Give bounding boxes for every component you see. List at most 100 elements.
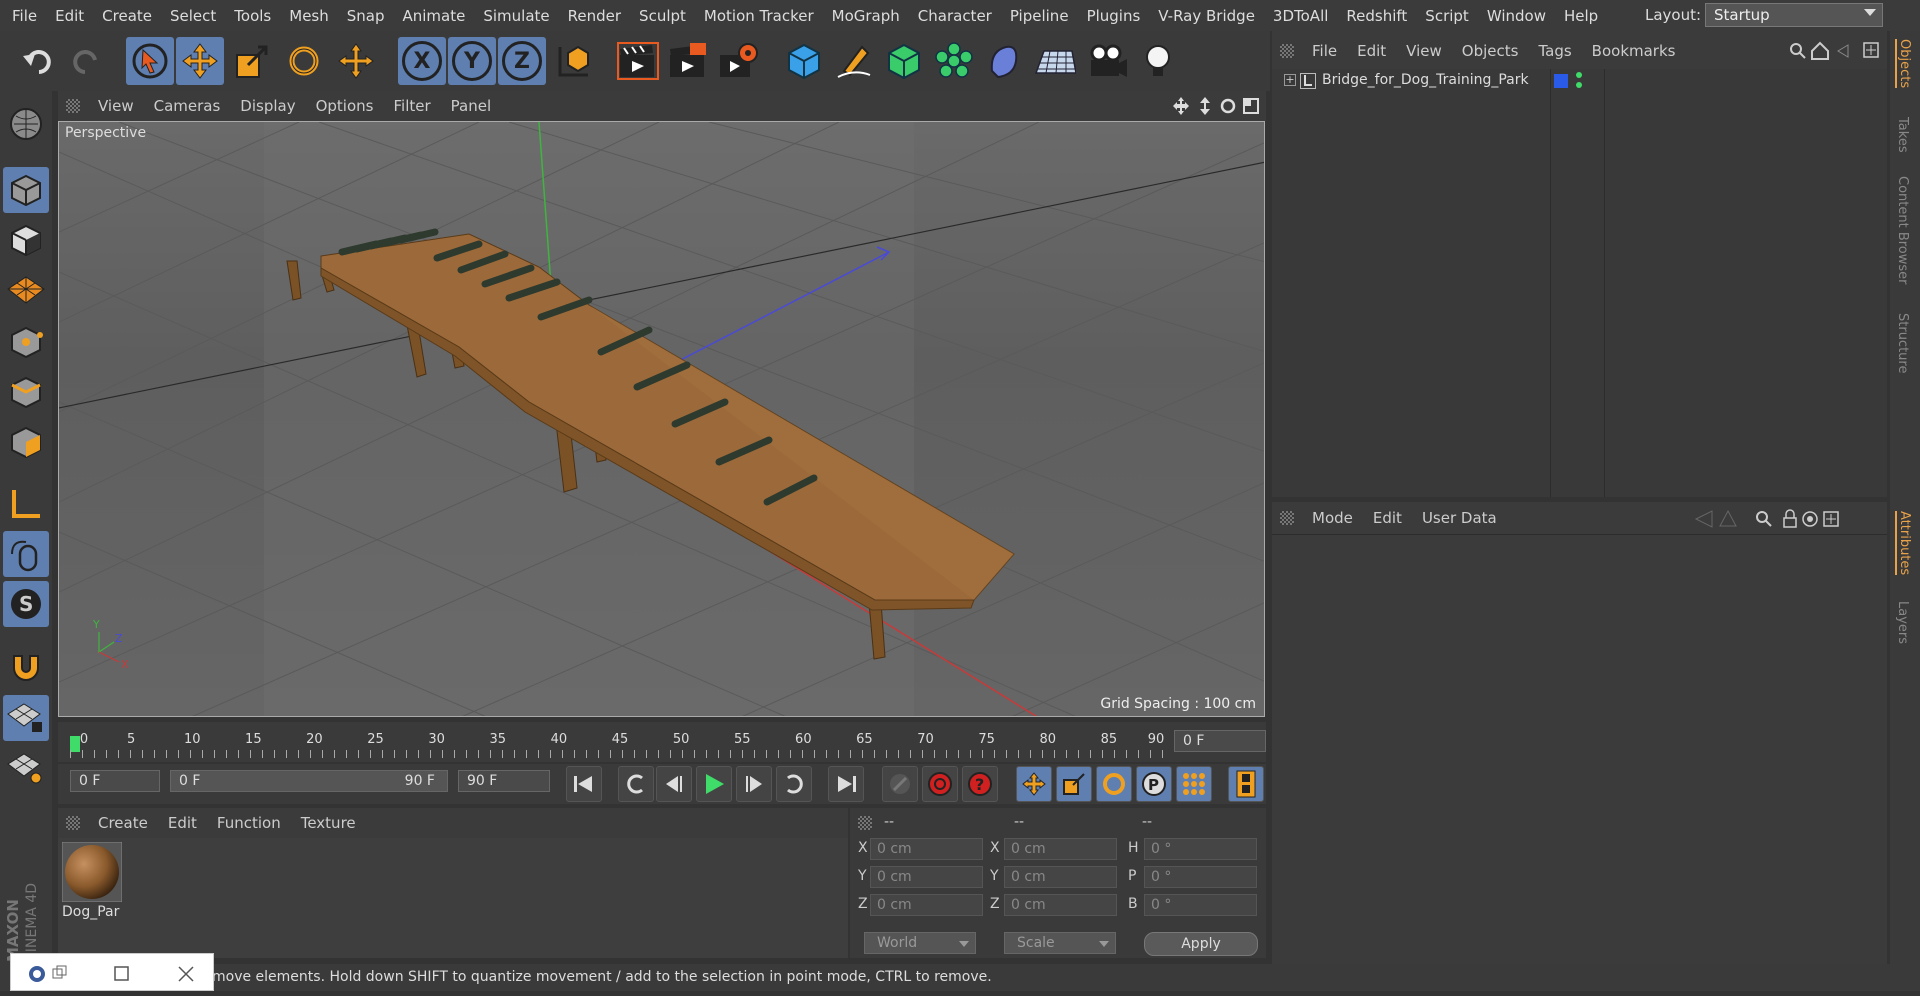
search-icon[interactable] — [1756, 511, 1772, 527]
menu-v-ray-bridge[interactable]: V-Ray Bridge — [1149, 7, 1264, 25]
apply-button[interactable]: Apply — [1144, 932, 1258, 956]
viewport-menu-view[interactable]: View — [88, 97, 144, 115]
coord-rotation-field[interactable]: 0 ° — [1144, 866, 1257, 888]
layer-color-swatch[interactable] — [1554, 74, 1568, 88]
end-frame-field[interactable]: 90 F — [458, 770, 550, 792]
perspective-viewport[interactable]: Y ZX Perspective Grid Spacing : 100 cm — [58, 121, 1265, 717]
object-menu-objects[interactable]: Objects — [1452, 42, 1529, 60]
autokeying-button[interactable] — [922, 766, 958, 802]
pen-spline-button[interactable] — [830, 37, 878, 85]
object-menu-bookmarks[interactable]: Bookmarks — [1582, 42, 1686, 60]
home-icon[interactable] — [1811, 41, 1829, 60]
tab-content-browser[interactable]: Content Browser — [1895, 176, 1910, 285]
coord-position-field[interactable]: 0 cm — [870, 894, 983, 916]
maximize-icon[interactable] — [114, 966, 129, 981]
live-selection-button[interactable] — [126, 37, 174, 85]
transform-tool-button[interactable] — [332, 37, 380, 85]
editor-visibility-dot[interactable] — [1576, 72, 1582, 78]
search-icon[interactable] — [1790, 43, 1806, 59]
camera-object-button[interactable] — [1084, 37, 1132, 85]
solo-button[interactable]: S — [3, 581, 49, 627]
floor-object-button[interactable] — [1030, 37, 1078, 85]
close-icon[interactable] — [178, 966, 194, 982]
render-visibility-dot[interactable] — [1576, 82, 1582, 88]
edges-mode-button[interactable] — [3, 369, 49, 415]
previous-key-button[interactable] — [618, 766, 654, 802]
menu-mograph[interactable]: MoGraph — [823, 7, 909, 25]
keyframe-selection-button[interactable]: ? — [962, 766, 998, 802]
viewport-menu-filter[interactable]: Filter — [383, 97, 440, 115]
up-arrow-icon[interactable] — [1719, 509, 1737, 527]
menu-pipeline[interactable]: Pipeline — [1001, 7, 1078, 25]
menu-window[interactable]: Window — [1478, 7, 1555, 25]
workplane-grid-button[interactable] — [3, 745, 49, 791]
render-view-button[interactable] — [614, 37, 662, 85]
viewport-menu-display[interactable]: Display — [230, 97, 305, 115]
next-frame-button[interactable] — [736, 766, 772, 802]
model-mode-button[interactable] — [3, 167, 49, 213]
x-axis-button[interactable]: X — [398, 37, 446, 85]
rotate-view-icon[interactable] — [1220, 98, 1236, 114]
menu-file[interactable]: File — [0, 7, 46, 25]
timeline-window-button[interactable] — [1228, 766, 1264, 802]
coord-size-field[interactable]: 0 cm — [1004, 838, 1117, 860]
material-menu-texture[interactable]: Texture — [291, 814, 366, 832]
menu-motion-tracker[interactable]: Motion Tracker — [695, 7, 823, 25]
timeline[interactable]: 0 5 10 15 20 25 30 35 40 45 50 55 60 65 70 75 80 85 90 0 F — [58, 722, 1266, 762]
target-icon[interactable] — [1802, 511, 1818, 527]
menu-edit[interactable]: Edit — [46, 7, 93, 25]
new-panel-icon[interactable] — [1863, 42, 1879, 58]
tab-structure[interactable]: Structure — [1895, 313, 1910, 373]
cube-object-button[interactable] — [780, 37, 828, 85]
deformer-button[interactable] — [980, 37, 1028, 85]
coord-rotation-field[interactable]: 0 ° — [1144, 894, 1257, 916]
menu-help[interactable]: Help — [1555, 7, 1607, 25]
object-menu-view[interactable]: View — [1396, 42, 1452, 60]
object-name[interactable]: Bridge_for_Dog_Training_Park — [1322, 72, 1529, 88]
menu-animate[interactable]: Animate — [394, 7, 475, 25]
enable-axis-button[interactable] — [3, 481, 49, 527]
rotation-key-button[interactable] — [1096, 766, 1132, 802]
object-menu-file[interactable]: File — [1302, 42, 1347, 60]
current-frame-field[interactable]: 0 F — [1174, 730, 1266, 752]
lock-icon[interactable] — [1783, 509, 1797, 528]
workplane-lock-button[interactable] — [3, 695, 49, 741]
attribute-menu-mode[interactable]: Mode — [1302, 509, 1363, 527]
coordinate-space-select[interactable]: World — [864, 932, 976, 954]
move-view-icon[interactable] — [1173, 97, 1189, 115]
material-menu-create[interactable]: Create — [88, 814, 158, 832]
undo-button[interactable] — [14, 37, 62, 85]
menu-3dtoall[interactable]: 3DToAll — [1264, 7, 1337, 25]
preview-range-slider[interactable]: 0 F 90 F — [170, 770, 448, 792]
y-axis-button[interactable]: Y — [448, 37, 496, 85]
menu-render[interactable]: Render — [559, 7, 630, 25]
position-key-button[interactable] — [1016, 766, 1052, 802]
back-icon[interactable] — [1837, 44, 1849, 58]
texture-mode-button[interactable] — [3, 217, 49, 263]
tab-attributes[interactable]: Attributes — [1895, 511, 1912, 576]
menu-redshift[interactable]: Redshift — [1337, 7, 1416, 25]
menu-character[interactable]: Character — [909, 7, 1001, 25]
menu-mesh[interactable]: Mesh — [280, 7, 338, 25]
menu-tools[interactable]: Tools — [225, 7, 280, 25]
play-button[interactable] — [696, 766, 732, 802]
coordinate-system-button[interactable] — [550, 37, 598, 85]
light-object-button[interactable] — [1134, 37, 1182, 85]
object-menu-edit[interactable]: Edit — [1347, 42, 1396, 60]
snap-button[interactable] — [3, 643, 49, 689]
tweak-mode-button[interactable] — [3, 531, 49, 577]
scale-tool-button[interactable] — [228, 37, 276, 85]
coord-rotation-field[interactable]: 0 ° — [1144, 838, 1257, 860]
tab-objects[interactable]: Objects — [1895, 39, 1912, 89]
cinema4d-app-icon[interactable] — [29, 966, 45, 982]
coord-position-field[interactable]: 0 cm — [870, 866, 983, 888]
attribute-menu-edit[interactable]: Edit — [1363, 509, 1412, 527]
object-row[interactable]: + Bridge_for_Dog_Training_Park — [1272, 69, 1887, 93]
coord-position-field[interactable]: 0 cm — [870, 838, 983, 860]
material-menu-edit[interactable]: Edit — [158, 814, 207, 832]
menu-create[interactable]: Create — [93, 7, 161, 25]
menu-snap[interactable]: Snap — [338, 7, 394, 25]
menu-plugins[interactable]: Plugins — [1078, 7, 1150, 25]
scale-key-button[interactable] — [1056, 766, 1092, 802]
new-panel-icon[interactable] — [1823, 511, 1839, 527]
